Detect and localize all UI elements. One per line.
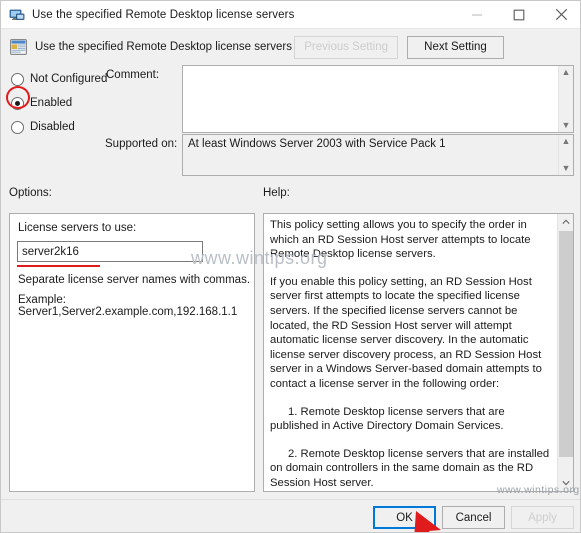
ok-button[interactable]: OK xyxy=(373,506,436,529)
help-paragraph: 1. Remote Desktop license servers that a… xyxy=(270,405,505,433)
window-controls xyxy=(456,1,580,29)
radio-disabled-indicator xyxy=(11,120,24,134)
options-panel: License servers to use: Separate license… xyxy=(9,213,255,492)
group-policy-setting-icon xyxy=(10,39,27,55)
help-paragraph: 2. Remote Desktop license servers that a… xyxy=(270,447,550,489)
help-scrollbar[interactable] xyxy=(557,214,573,491)
maximize-icon[interactable] xyxy=(498,1,540,29)
comment-label: Comment: xyxy=(106,69,160,81)
help-label: Help: xyxy=(263,187,290,199)
dialog-button-bar: OK Cancel Apply xyxy=(1,499,580,532)
options-label: Options: xyxy=(9,187,52,199)
cancel-button[interactable]: Cancel xyxy=(442,506,505,529)
radio-enabled-indicator xyxy=(11,96,24,110)
comment-textarea[interactable]: ▲ ▼ xyxy=(182,65,574,133)
radio-not-configured-label: Not Configured xyxy=(30,73,108,85)
chevron-up-icon[interactable]: ▲ xyxy=(562,137,571,146)
next-setting-button[interactable]: Next Setting xyxy=(407,35,504,59)
help-paragraph: This policy setting allows you to specif… xyxy=(270,219,531,261)
radio-enabled[interactable]: Enabled xyxy=(6,86,129,115)
radio-disabled-label: Disabled xyxy=(30,121,75,133)
setting-name: Use the specified Remote Desktop license… xyxy=(35,41,292,53)
supported-on-label: Supported on: xyxy=(105,138,178,150)
license-servers-input[interactable] xyxy=(17,241,203,262)
supported-on-scrollbar[interactable]: ▲ ▼ xyxy=(558,135,573,175)
supported-on-box: At least Windows Server 2003 with Servic… xyxy=(182,134,574,176)
help-text: This policy setting allows you to specif… xyxy=(264,214,557,491)
chevron-up-icon[interactable] xyxy=(558,214,574,230)
window-title-bar: Use the specified Remote Desktop license… xyxy=(1,1,580,29)
close-icon[interactable] xyxy=(540,1,580,29)
chevron-down-icon[interactable]: ▼ xyxy=(562,164,571,173)
license-servers-label: License servers to use: xyxy=(18,222,137,234)
help-paragraph: If you enable this policy setting, an RD… xyxy=(270,275,542,390)
minimize-icon[interactable] xyxy=(456,1,498,29)
chevron-down-icon[interactable] xyxy=(558,475,574,491)
chevron-down-icon[interactable]: ▼ xyxy=(562,121,571,130)
window-title: Use the specified Remote Desktop license… xyxy=(32,8,295,21)
red-underline-annotation-icon xyxy=(17,265,100,267)
help-scrollbar-thumb[interactable] xyxy=(559,231,573,457)
remote-desktop-monitor-icon xyxy=(9,7,25,23)
comment-value xyxy=(183,66,558,132)
radio-disabled[interactable]: Disabled xyxy=(9,115,129,139)
supported-on-value: At least Windows Server 2003 with Servic… xyxy=(188,138,446,150)
setting-navigation: Previous Setting Next Setting xyxy=(294,35,504,59)
previous-setting-button[interactable]: Previous Setting xyxy=(294,35,398,59)
help-panel: This policy setting allows you to specif… xyxy=(263,213,574,492)
setting-header-bar: Use the specified Remote Desktop license… xyxy=(1,29,580,65)
comment-scrollbar[interactable]: ▲ ▼ xyxy=(558,66,573,132)
apply-button[interactable]: Apply xyxy=(511,506,574,529)
radio-not-configured-indicator xyxy=(11,72,24,86)
policy-setting-dialog: Use the specified Remote Desktop license… xyxy=(0,0,581,533)
license-servers-hint-separate: Separate license server names with comma… xyxy=(18,274,251,286)
chevron-up-icon[interactable]: ▲ xyxy=(562,68,571,77)
radio-enabled-label: Enabled xyxy=(30,97,73,109)
license-servers-hint-example: Example: Server1,Server2.example.com,192… xyxy=(18,294,238,318)
